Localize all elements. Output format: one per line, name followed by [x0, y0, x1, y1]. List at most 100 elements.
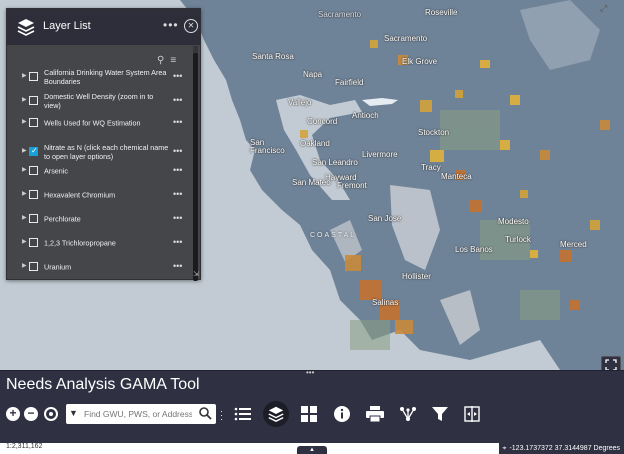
- zoom-in-button[interactable]: +: [6, 407, 20, 421]
- map-city-label: Tracy: [421, 163, 441, 172]
- layer-list-button[interactable]: [263, 401, 289, 427]
- chevron-right-icon[interactable]: ▶: [22, 118, 27, 127]
- swipe-button[interactable]: [459, 401, 485, 427]
- layer-visibility-checkbox[interactable]: [29, 214, 38, 223]
- layer-visibility-checkbox[interactable]: [29, 96, 38, 105]
- map-city-label: San Francisco: [250, 138, 285, 155]
- scale-readout: 1:2,311,162: [6, 443, 43, 450]
- map-city-label: Turlock: [505, 235, 531, 244]
- map-city-label: Napa: [303, 70, 323, 79]
- more-horizontal-icon[interactable]: •••: [163, 18, 179, 32]
- layer-row[interactable]: ▶ Domestic Well Density (zoom in to view)…: [7, 90, 191, 112]
- layer-visibility-checkbox[interactable]: [29, 72, 38, 81]
- coordinate-readout: ⌖ -123.1737372 37.3144987 Degrees: [498, 443, 624, 454]
- layer-visibility-checkbox[interactable]: [29, 146, 38, 156]
- layer-menu-icon[interactable]: •••: [173, 72, 182, 81]
- map-city-label: Salinas: [372, 298, 399, 307]
- resize-handle-icon[interactable]: ⇲: [193, 270, 199, 278]
- drag-handle-icon[interactable]: •••: [306, 368, 314, 377]
- chevron-right-icon[interactable]: ▶: [22, 262, 27, 271]
- chevron-right-icon[interactable]: ▶: [22, 214, 27, 223]
- list-icon: [234, 407, 251, 421]
- layer-row[interactable]: ▶ Arsenic •••: [7, 162, 191, 180]
- layers-icon: [268, 406, 284, 423]
- chevron-down-icon[interactable]: ▼: [69, 408, 78, 418]
- close-icon[interactable]: ✕: [184, 19, 198, 33]
- layer-menu-icon[interactable]: •••: [173, 96, 182, 105]
- layer-label: Hexavalent Chromium: [44, 190, 116, 200]
- basemap-toggle-icon[interactable]: ⤢: [600, 3, 607, 14]
- layer-visibility-checkbox[interactable]: [29, 262, 38, 271]
- chevron-right-icon[interactable]: ▶: [22, 72, 27, 81]
- share-icon: [400, 407, 416, 421]
- layer-list-panel: Layer List ••• ✕ ⚲ ≡ ▶ California Drinking…: [6, 8, 201, 281]
- layer-list-tools: ⚲ ≡: [157, 50, 182, 66]
- map-city-label: San Mateo: [292, 178, 331, 187]
- search-icon[interactable]: ⚲: [157, 55, 164, 66]
- filter-icon: [432, 407, 448, 421]
- chevron-right-icon[interactable]: ▶: [22, 96, 27, 105]
- layer-menu-icon[interactable]: •••: [173, 214, 182, 223]
- grid-icon: [301, 406, 317, 422]
- zoom-out-button[interactable]: −: [24, 407, 38, 421]
- search-input[interactable]: [84, 407, 192, 421]
- print-icon: [366, 406, 384, 422]
- crosshair-icon[interactable]: ⌖: [503, 443, 507, 454]
- print-button[interactable]: [362, 401, 388, 427]
- layer-menu-icon[interactable]: •••: [173, 166, 182, 175]
- layer-list-header: Layer List ••• ✕: [7, 9, 200, 45]
- layer-label: Nitrate as N (click each chemical name t…: [44, 143, 169, 161]
- map-city-label: Manteca: [441, 172, 472, 181]
- expand-toolbar-button[interactable]: ▲: [297, 446, 327, 454]
- layer-row[interactable]: ▶ Wells Used for WQ Estimation •••: [7, 114, 191, 132]
- basemap-gallery-button[interactable]: [296, 401, 322, 427]
- filter-list-icon[interactable]: ≡: [170, 55, 176, 66]
- map-city-label: San Jose: [368, 214, 402, 223]
- layer-row[interactable]: ▶ Hexavalent Chromium •••: [7, 186, 191, 204]
- map-city-label: Hollister: [402, 272, 431, 281]
- map-city-label: Los Banos: [455, 245, 493, 254]
- chevron-up-icon: ▲: [309, 447, 315, 453]
- layer-row[interactable]: ▶ Perchlorate •••: [7, 210, 191, 228]
- map-city-label: Vallejo: [288, 98, 312, 107]
- layer-label: Domestic Well Density (zoom in to view): [44, 92, 154, 110]
- map-city-label: Santa Rosa: [252, 52, 294, 61]
- layer-visibility-checkbox[interactable]: [29, 190, 38, 199]
- layer-label: Arsenic: [44, 166, 68, 176]
- layer-list-title: Layer List: [43, 20, 91, 32]
- search-icon[interactable]: [198, 406, 212, 420]
- layer-menu-icon[interactable]: •••: [173, 190, 182, 199]
- map-city-label: Livermore: [362, 150, 398, 159]
- chevron-right-icon[interactable]: ▶: [22, 238, 27, 247]
- layer-visibility-checkbox[interactable]: [29, 166, 38, 175]
- about-button[interactable]: [329, 401, 355, 427]
- layer-menu-icon[interactable]: •••: [173, 147, 182, 156]
- layer-menu-icon[interactable]: •••: [173, 262, 182, 271]
- locate-icon[interactable]: [44, 407, 58, 421]
- layer-visibility-checkbox[interactable]: [29, 238, 38, 247]
- swipe-icon: [464, 406, 480, 422]
- layer-row[interactable]: ▶ Uranium •••: [7, 258, 191, 276]
- layer-list-scrollbar[interactable]: [193, 53, 198, 281]
- legend-list-button[interactable]: [230, 401, 256, 427]
- chevron-right-icon[interactable]: ▶: [22, 190, 27, 199]
- layer-menu-icon[interactable]: •••: [173, 118, 182, 127]
- map-city-label: Fremont: [337, 181, 367, 190]
- share-button[interactable]: [395, 401, 421, 427]
- map-city-label: Concord: [307, 117, 338, 126]
- layer-label: 1,2,3 Trichloropropane: [44, 238, 116, 248]
- chevron-right-icon[interactable]: ▶: [22, 166, 27, 175]
- chevron-right-icon[interactable]: ▶: [22, 147, 27, 156]
- app-title: Needs Analysis GAMA Tool: [6, 376, 200, 393]
- map-city-label: Elk Grove: [402, 57, 438, 66]
- layer-visibility-checkbox[interactable]: [29, 118, 38, 127]
- layer-row[interactable]: ▶ California Drinking Water System Area B…: [7, 66, 191, 88]
- map-city-label: Oakland: [300, 139, 330, 148]
- vertical-more-icon[interactable]: · · ·: [220, 407, 223, 424]
- map-city-label: San Leandro: [312, 158, 358, 167]
- map-city-label: Roseville: [425, 8, 458, 17]
- layer-row[interactable]: ▶ 1,2,3 Trichloropropane •••: [7, 234, 191, 252]
- layer-menu-icon[interactable]: •••: [173, 238, 182, 247]
- layer-label: Uranium: [44, 262, 72, 272]
- filter-button[interactable]: [427, 401, 453, 427]
